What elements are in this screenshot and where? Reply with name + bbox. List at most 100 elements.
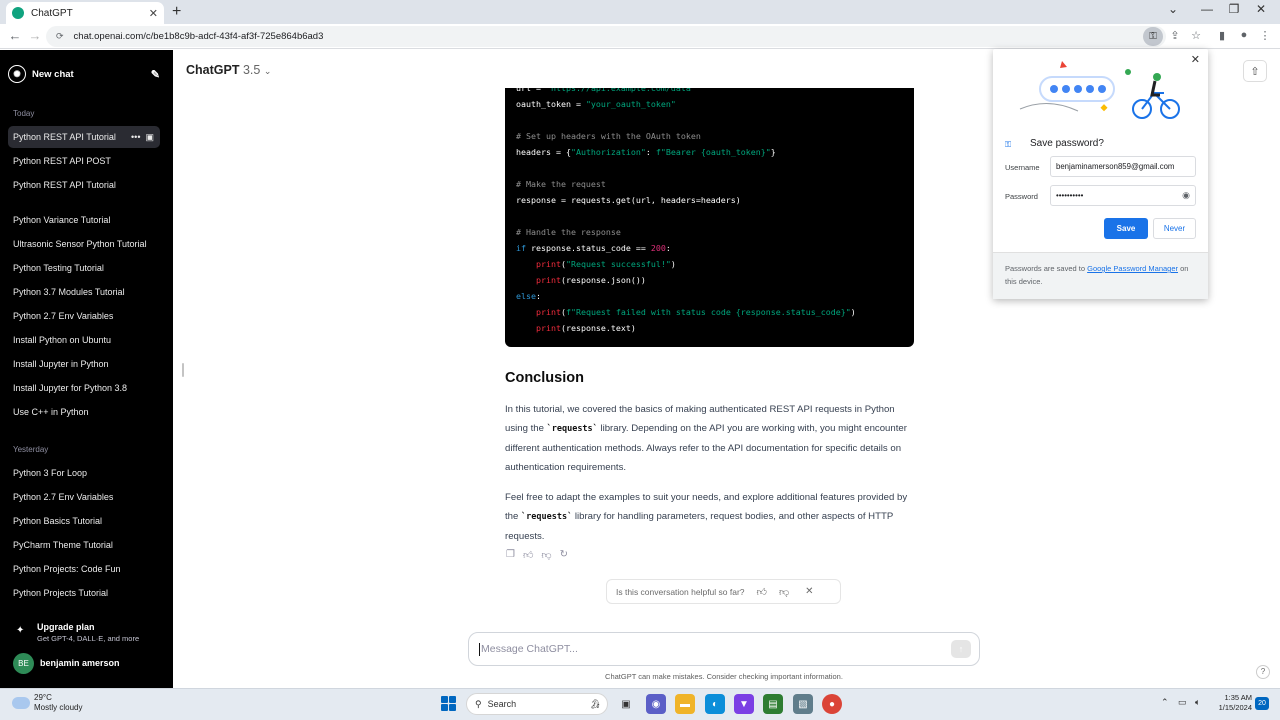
code-block: url = "https://api.example.com/data" oaut… xyxy=(505,88,914,347)
task-view-icon[interactable]: ▣ xyxy=(616,694,636,714)
app-icon[interactable]: ▧ xyxy=(793,694,813,714)
save-button[interactable]: Save xyxy=(1104,218,1148,239)
notification-badge[interactable]: 20 xyxy=(1255,697,1269,710)
sidebar-item-chat[interactable]: Install Jupyter for Python 3.8 xyxy=(8,377,160,399)
eye-icon[interactable]: ◉ xyxy=(1182,190,1190,201)
sidebar-item-label: Python REST API POST xyxy=(13,156,111,166)
tab-title: ChatGPT xyxy=(31,7,73,19)
sidebar-item-label: Python 2.7 Env Variables xyxy=(13,492,114,502)
close-icon[interactable]: ✕ xyxy=(805,586,813,597)
close-window-icon[interactable]: ✕ xyxy=(1251,2,1271,16)
sidebar-item-chat[interactable]: Install Python on Ubuntu xyxy=(8,329,160,351)
spreadsheet-icon[interactable]: ▤ xyxy=(763,694,783,714)
browser-tab[interactable]: ChatGPT ✕ xyxy=(6,2,164,24)
sidebar-toggle-handle[interactable] xyxy=(182,363,184,377)
chatgpt-favicon-icon xyxy=(12,7,24,19)
tab-search-icon[interactable]: ⌄ xyxy=(1163,2,1183,16)
sidebar-item-chat[interactable]: Python Basics Tutorial xyxy=(8,510,160,532)
thumbs-up-icon[interactable]: 👍︎ xyxy=(523,549,533,561)
close-tab-icon[interactable]: ✕ xyxy=(149,7,158,20)
code-token: "Request successful!" xyxy=(565,259,671,269)
chat-options-icon[interactable]: ••• ▣ xyxy=(131,131,154,143)
weather-widget[interactable]: 29°C Mostly cloudy xyxy=(12,693,82,713)
sidebar-item-label: Python Projects: Code Fun xyxy=(13,564,121,574)
sidebar-item-chat[interactable]: Ultrasonic Sensor Python Tutorial xyxy=(8,233,160,255)
model-selector[interactable]: ChatGPT 3.5 ⌄ xyxy=(186,63,271,77)
clock[interactable]: 1:35 AM 1/15/2024 xyxy=(1212,693,1252,713)
teams-chat-icon[interactable]: ◉ xyxy=(646,694,666,714)
sidebar-item-label: Ultrasonic Sensor Python Tutorial xyxy=(13,239,147,249)
sidebar-item-chat[interactable]: Python Projects: Code Fun xyxy=(8,558,160,580)
file-explorer-icon[interactable]: ▬ xyxy=(675,694,695,714)
send-button[interactable]: ↑ xyxy=(951,640,971,658)
thumbs-up-icon[interactable]: 👍︎ xyxy=(757,586,767,598)
taskbar-search[interactable]: ⚲ Search 🐊︎ xyxy=(466,693,608,715)
upgrade-plan-button[interactable]: ✦ Upgrade plan Get GPT-4, DALL·E, and mo… xyxy=(13,620,163,646)
password-field[interactable]: •••••••••• ◉ xyxy=(1050,185,1196,206)
sidebar-item-chat[interactable]: Python REST API POST xyxy=(8,150,160,172)
sidebar-item-chat[interactable]: Python REST API Tutorial ••• ▣ xyxy=(8,126,160,148)
password-key-icon[interactable]: ⚿ xyxy=(1143,27,1163,46)
thumbs-down-icon[interactable]: 👎︎ xyxy=(541,549,551,561)
user-menu-button[interactable]: BE benjamin amerson xyxy=(13,652,163,674)
new-chat-button[interactable]: ✺ New chat ✎ xyxy=(8,63,160,85)
chevron-down-icon: ⌄ xyxy=(263,66,272,76)
close-icon[interactable]: ✕ xyxy=(1191,53,1200,66)
edit-icon[interactable]: ✎ xyxy=(151,68,160,81)
never-button[interactable]: Never xyxy=(1153,218,1196,239)
chrome-icon[interactable]: ● xyxy=(822,694,842,714)
windows-start-icon[interactable] xyxy=(441,696,456,711)
sidebar-item-chat[interactable]: Install Jupyter in Python xyxy=(8,353,160,375)
code-token: print xyxy=(535,259,561,269)
inline-code: `requests` xyxy=(521,512,573,522)
regenerate-icon[interactable]: ↻ xyxy=(560,549,568,561)
bookmark-star-icon[interactable]: ☆ xyxy=(1189,29,1203,42)
maximize-icon[interactable]: ❐ xyxy=(1224,2,1244,16)
share-page-icon[interactable]: ⇪ xyxy=(1168,29,1182,42)
thumbs-down-icon[interactable]: 👎︎ xyxy=(779,586,789,598)
footer-text: Passwords are saved to xyxy=(1005,264,1088,273)
more-menu-icon[interactable]: ⋮ xyxy=(1258,29,1272,42)
password-manager-link[interactable]: Google Password Manager xyxy=(1087,264,1178,273)
section-today: Today xyxy=(13,109,35,118)
code-line: print(response.text) xyxy=(516,323,636,333)
tray-chevron-icon[interactable]: ⌃ xyxy=(1161,697,1169,708)
vpn-icon[interactable]: ▼ xyxy=(734,694,754,714)
help-button[interactable]: ? xyxy=(1256,665,1270,679)
profile-icon[interactable]: ● xyxy=(1237,29,1251,41)
address-bar[interactable]: ⟳ chat.openai.com/c/be1b8c9b-adcf-43f4-a… xyxy=(46,26,1166,47)
new-tab-icon[interactable]: + xyxy=(172,3,181,21)
back-icon[interactable]: ← xyxy=(7,28,23,44)
message-actions: ❐ 👍︎ 👎︎ ↻ xyxy=(506,549,568,561)
share-chat-button[interactable]: ⇧ xyxy=(1243,60,1267,82)
copy-icon[interactable]: ❐ xyxy=(506,549,515,561)
sidebar-item-chat[interactable]: Python Variance Tutorial xyxy=(8,209,160,231)
sidebar-item-chat[interactable]: Python Projects Tutorial xyxy=(8,582,160,604)
sidebar-item-chat[interactable]: Python 3.7 Modules Tutorial xyxy=(8,281,160,303)
message-input[interactable]: Message ChatGPT... xyxy=(468,632,980,666)
inline-code: `requests` xyxy=(546,424,598,434)
volume-icon[interactable]: 🔈︎ xyxy=(1195,697,1200,708)
disclaimer: ChatGPT can make mistakes. Consider chec… xyxy=(605,672,843,681)
minimize-icon[interactable]: — xyxy=(1197,2,1217,16)
network-icon[interactable]: ▭ xyxy=(1178,697,1187,708)
sidebar-item-chat[interactable]: Python 3 For Loop xyxy=(8,462,160,484)
new-chat-label: New chat xyxy=(32,68,74,80)
sidebar-item-chat[interactable]: Python 2.7 Env Variables xyxy=(8,305,160,327)
sidebar-item-chat[interactable]: Python Testing Tutorial xyxy=(8,257,160,279)
code-line: headers = {"Authorization": f"Bearer {oa… xyxy=(516,147,776,157)
sidebar-item-chat[interactable]: Python REST API Tutorial xyxy=(8,174,160,196)
sidebar-item-chat[interactable]: Python 2.7 Env Variables xyxy=(8,486,160,508)
side-panel-icon[interactable]: ▮ xyxy=(1215,29,1229,42)
sidebar-item-chat[interactable]: PyCharm Theme Tutorial xyxy=(8,534,160,556)
site-info-icon[interactable]: ⟳ xyxy=(56,31,64,42)
screen: ChatGPT ✕ + ⌄ — ❐ ✕ ← → ⟳ chat.openai.co… xyxy=(0,0,1280,720)
section-heading: Conclusion xyxy=(505,370,584,386)
sidebar-item-chat[interactable]: Use C++ in Python xyxy=(8,401,160,423)
username-field[interactable]: benjaminamerson859@gmail.com xyxy=(1050,156,1196,177)
code-token: : xyxy=(645,147,656,157)
forward-icon[interactable]: → xyxy=(27,28,43,44)
edge-icon[interactable]: ◐ xyxy=(705,694,725,714)
code-token: if xyxy=(516,243,526,253)
